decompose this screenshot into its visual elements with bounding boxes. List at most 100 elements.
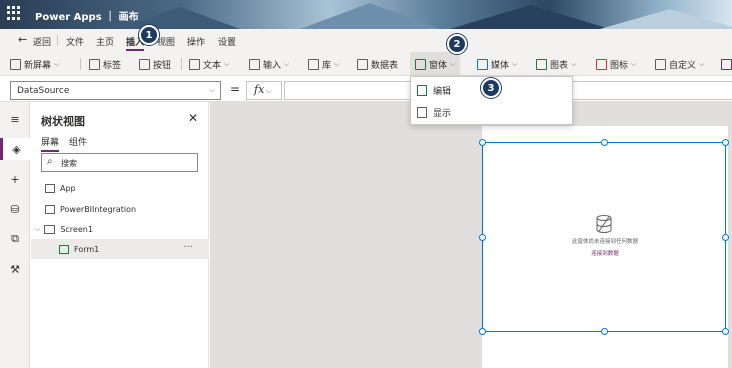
form-icon: [415, 58, 426, 70]
menu-settings[interactable]: 设置: [218, 35, 236, 48]
canvas-area: 此窗体尚未连接到任何数据 连接到数据: [210, 102, 732, 368]
chevron-down-icon: ⌵: [450, 59, 456, 68]
screen-icon: [44, 224, 56, 234]
gallery-label: 库: [322, 60, 332, 71]
formula-bar: DataSource ⌵ = fx ⌵: [0, 79, 732, 102]
step-marker-2: 2: [447, 34, 467, 54]
icons-button[interactable]: 图标 ⌵: [596, 52, 636, 76]
close-icon[interactable]: ✕: [188, 111, 198, 125]
tree-view-title: 树状视图: [41, 115, 85, 128]
chevron-down-icon: ⌵: [284, 59, 290, 68]
chevron-down-icon: ⌵: [334, 59, 340, 68]
data-table-label: 数据表: [371, 60, 399, 71]
advanced-tools-icon[interactable]: ⚒: [0, 258, 30, 280]
menu-divider: [57, 35, 58, 46]
label-button[interactable]: 标签: [89, 52, 121, 76]
property-value: DataSource: [17, 86, 70, 96]
resize-handle[interactable]: [722, 139, 729, 146]
toolbar-divider: [80, 58, 81, 70]
data-database-icon[interactable]: ⛁: [0, 198, 30, 220]
text-icon: [189, 58, 200, 70]
resize-handle[interactable]: [479, 328, 486, 335]
more-options-icon[interactable]: ···: [183, 242, 193, 253]
resize-handle[interactable]: [479, 234, 486, 241]
menu-bar: ← 返回 文件 主页 插入 视图 操作 设置: [0, 29, 732, 52]
new-screen-icon: [10, 58, 21, 70]
resize-handle[interactable]: [601, 328, 608, 335]
chevron-down-icon: ⌵: [512, 59, 518, 68]
tree-node-form1[interactable]: Form1 ···: [31, 239, 209, 259]
back-button[interactable]: 返回: [33, 35, 51, 48]
tree-search-input[interactable]: ⌕ 搜索: [41, 153, 198, 172]
data-table-button[interactable]: 数据表: [357, 52, 398, 76]
chart-label: 图表: [550, 60, 569, 71]
chevron-down-icon: ⌵: [631, 59, 637, 68]
chevron-down-icon: ⌵: [209, 86, 215, 94]
form-empty-message: 此窗体尚未连接到任何数据: [571, 239, 638, 245]
media-label: 媒体: [491, 60, 510, 71]
form-icon: [59, 244, 69, 254]
ai-builder-icon: [721, 58, 732, 70]
insert-plus-icon[interactable]: +: [0, 168, 30, 190]
input-label: 输入: [263, 60, 282, 71]
media-button[interactable]: 媒体 ⌵: [477, 52, 517, 76]
tree-view-panel: 树状视图 ✕ 屏幕 组件 ⌕ 搜索 App PowerBIIntegration…: [31, 102, 209, 368]
chevron-down-icon: ⌵: [224, 59, 230, 68]
resize-handle[interactable]: [479, 139, 486, 146]
new-screen-label: 新屏幕: [24, 60, 52, 71]
gallery-icon: [308, 58, 319, 70]
display-form-icon: [417, 106, 427, 118]
title-bar: Power Apps ｜ 画布: [0, 0, 732, 29]
form-label: 窗体: [429, 60, 448, 71]
tree-node-screen1[interactable]: ⌵ Screen1: [31, 219, 209, 239]
text-button[interactable]: 文本 ⌵: [189, 52, 229, 76]
component-icon: [45, 204, 55, 214]
media-icon[interactable]: ⧉: [0, 228, 30, 250]
label-icon: [89, 58, 100, 70]
app-title: Power Apps ｜ 画布: [35, 12, 139, 23]
text-label: 文本: [203, 60, 222, 71]
more-tools-button[interactable]: [721, 52, 732, 76]
media-icon: [477, 58, 488, 70]
chevron-down-icon: ⌵: [699, 59, 705, 68]
menu-home[interactable]: 主页: [96, 35, 114, 48]
menu-view[interactable]: 视图: [157, 35, 175, 48]
input-button[interactable]: 输入 ⌵: [249, 52, 289, 76]
gallery-button[interactable]: 库 ⌵: [308, 52, 339, 76]
connect-data-link[interactable]: 连接到数据: [483, 249, 727, 257]
tree-node-label: PowerBIIntegration: [60, 204, 137, 214]
chevron-down-icon: ⌵: [35, 224, 41, 233]
menu-item-display-form[interactable]: 显示: [411, 101, 572, 123]
tab-components[interactable]: 组件: [69, 135, 87, 148]
chevron-down-icon: ⌵: [571, 59, 577, 68]
menu-item-label: 显示: [433, 108, 452, 119]
button-button[interactable]: 按钮: [139, 52, 171, 76]
tab-screens[interactable]: 屏幕: [41, 135, 60, 152]
tree-view-layers-icon[interactable]: ◈: [0, 138, 30, 160]
tree-node-powerbiintegration[interactable]: PowerBIIntegration: [31, 199, 209, 219]
chevron-down-icon: ⌵: [54, 59, 60, 68]
chevron-down-icon: ⌵: [266, 87, 272, 95]
chart-button[interactable]: 图表 ⌵: [536, 52, 576, 76]
menu-file[interactable]: 文件: [66, 35, 84, 48]
form1-control[interactable]: 此窗体尚未连接到任何数据 连接到数据: [479, 139, 729, 335]
new-screen-button[interactable]: 新屏幕 ⌵: [10, 52, 59, 76]
step-marker-3: 3: [481, 78, 501, 98]
resize-handle[interactable]: [601, 139, 608, 146]
menu-action[interactable]: 操作: [187, 35, 205, 48]
fx-button[interactable]: fx ⌵: [246, 81, 282, 100]
custom-label: 自定义: [669, 60, 697, 71]
ribbon-toolbar: 新屏幕 ⌵ 标签 按钮 文本 ⌵ 输入 ⌵ 库 ⌵ 数据表 窗体 ⌵ 媒体 ⌵: [0, 52, 732, 76]
resize-handle[interactable]: [722, 328, 729, 335]
tree-node-app[interactable]: App: [31, 178, 209, 198]
resize-handle[interactable]: [722, 234, 729, 241]
button-icon: [139, 58, 150, 70]
property-dropdown[interactable]: DataSource ⌵: [10, 81, 221, 100]
back-arrow-icon[interactable]: ←: [18, 33, 27, 46]
form-button[interactable]: 窗体 ⌵: [410, 52, 461, 76]
data-table-icon: [357, 58, 368, 70]
custom-button[interactable]: 自定义 ⌵: [655, 52, 704, 76]
tree-node-label: Form1: [74, 244, 100, 254]
app-launcher-icon[interactable]: [7, 6, 21, 20]
hamburger-menu-icon[interactable]: ≡: [0, 108, 30, 130]
